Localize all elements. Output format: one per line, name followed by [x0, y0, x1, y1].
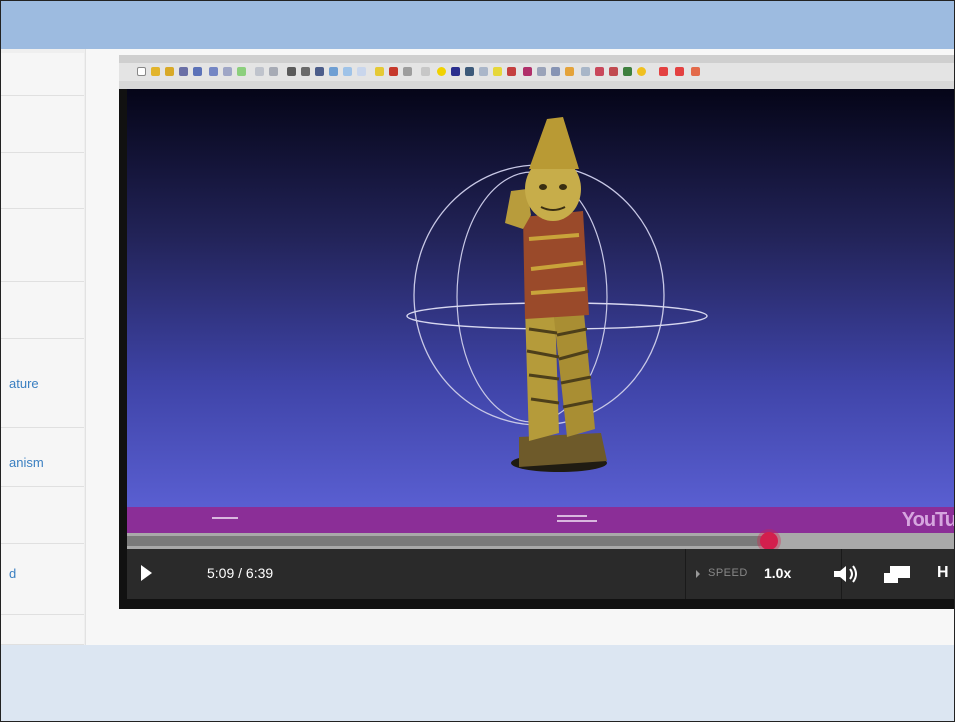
toolbar-icon: [237, 67, 246, 76]
progress-scrubber-handle[interactable]: [759, 532, 778, 550]
video-player[interactable]: YouTu 5:09 / 6:39 SPEED 1.0x H: [119, 55, 955, 609]
sidebar: ature anism d: [1, 49, 86, 645]
toolbar-icon: [537, 67, 546, 76]
sidebar-item[interactable]: [1, 53, 84, 96]
toolbar-icon: [451, 67, 460, 76]
toolbar-icon: [301, 67, 310, 76]
status-text-center: [557, 520, 597, 522]
fullscreen-icon[interactable]: [882, 564, 912, 586]
sidebar-item-label: anism: [9, 455, 44, 470]
toolbar-icon: [151, 67, 160, 76]
toolbar-icon: [329, 67, 338, 76]
toolbar-icon: [493, 67, 502, 76]
embedded-app-toolbar: [119, 63, 954, 82]
toolbar-icon: [165, 67, 174, 76]
toolbar-icon: [523, 67, 532, 76]
sidebar-item-ature[interactable]: ature: [1, 339, 84, 428]
screenshot-frame: ature anism d YouTu 5:09 / 6:39 SPEED 1.…: [0, 0, 955, 722]
sidebar-item[interactable]: [1, 153, 84, 209]
sidebar-item-d[interactable]: d: [1, 544, 84, 615]
speed-value: 1.0x: [764, 565, 792, 581]
toolbar-icon: [609, 67, 618, 76]
embedded-document-bar: [119, 81, 954, 89]
sidebar-item[interactable]: [1, 282, 84, 339]
embedded-app-title-bar: [119, 55, 954, 63]
video-controls-bar: 5:09 / 6:39 SPEED 1.0x H: [127, 549, 954, 599]
sidebar-item[interactable]: [1, 615, 84, 645]
speed-arrow-icon: [696, 570, 700, 578]
toolbar-icon: [375, 67, 384, 76]
statue-leg-right: [553, 303, 595, 437]
toolbar-icon: [389, 67, 398, 76]
toolbar-icon: [403, 67, 412, 76]
toolbar-icon: [255, 67, 264, 76]
speed-control[interactable]: SPEED 1.0x: [685, 549, 842, 599]
progress-played: [127, 536, 769, 546]
toolbar-icon: [137, 67, 146, 76]
sidebar-item[interactable]: [1, 487, 84, 544]
toolbar-icon: [343, 67, 352, 76]
toolbar-icon: [595, 67, 604, 76]
sidebar-item-anism[interactable]: anism: [1, 428, 84, 487]
hd-button[interactable]: H: [937, 564, 949, 582]
sidebar-item-label: ature: [9, 376, 39, 391]
statue-eye-right: [559, 184, 567, 190]
play-icon[interactable]: [141, 565, 152, 581]
page-header-bar: [1, 1, 954, 49]
3d-viewport[interactable]: [127, 89, 954, 509]
toolbar-icon: [193, 67, 202, 76]
toolbar-icon: [507, 67, 516, 76]
statue-eye-left: [539, 184, 547, 190]
toolbar-icon: [437, 67, 446, 76]
toolbar-icon: [269, 67, 278, 76]
toolbar-icon: [421, 67, 430, 76]
statue-hat: [529, 117, 579, 169]
youtube-watermark: YouTu: [901, 509, 955, 531]
volume-icon[interactable]: [832, 563, 862, 585]
video-progress-bar[interactable]: [127, 532, 954, 550]
toolbar-icon: [465, 67, 474, 76]
3d-scene: [406, 117, 708, 472]
statue-model: [505, 117, 607, 472]
toolbar-icon: [623, 67, 632, 76]
toolbar-icon: [179, 67, 188, 76]
viewer-status-band: YouTu: [127, 507, 955, 533]
toolbar-icon: [637, 67, 646, 76]
toolbar-icon: [675, 67, 684, 76]
sidebar-item[interactable]: [1, 96, 84, 153]
sidebar-item[interactable]: [1, 209, 84, 282]
toolbar-icon: [357, 67, 366, 76]
status-text-left: [212, 517, 238, 519]
toolbar-icon: [315, 67, 324, 76]
toolbar-icon: [691, 67, 700, 76]
time-display: 5:09 / 6:39: [207, 565, 274, 581]
toolbar-icon: [581, 67, 590, 76]
status-text-center: [557, 515, 587, 517]
toolbar-icon: [565, 67, 574, 76]
toolbar-icon: [659, 67, 668, 76]
toolbar-icon: [287, 67, 296, 76]
toolbar-icon: [551, 67, 560, 76]
toolbar-icon: [479, 67, 488, 76]
sidebar-item-label: d: [9, 566, 17, 581]
page-footer: [1, 645, 954, 721]
toolbar-icon: [209, 67, 218, 76]
speed-label: SPEED: [708, 567, 748, 579]
toolbar-icon: [223, 67, 232, 76]
